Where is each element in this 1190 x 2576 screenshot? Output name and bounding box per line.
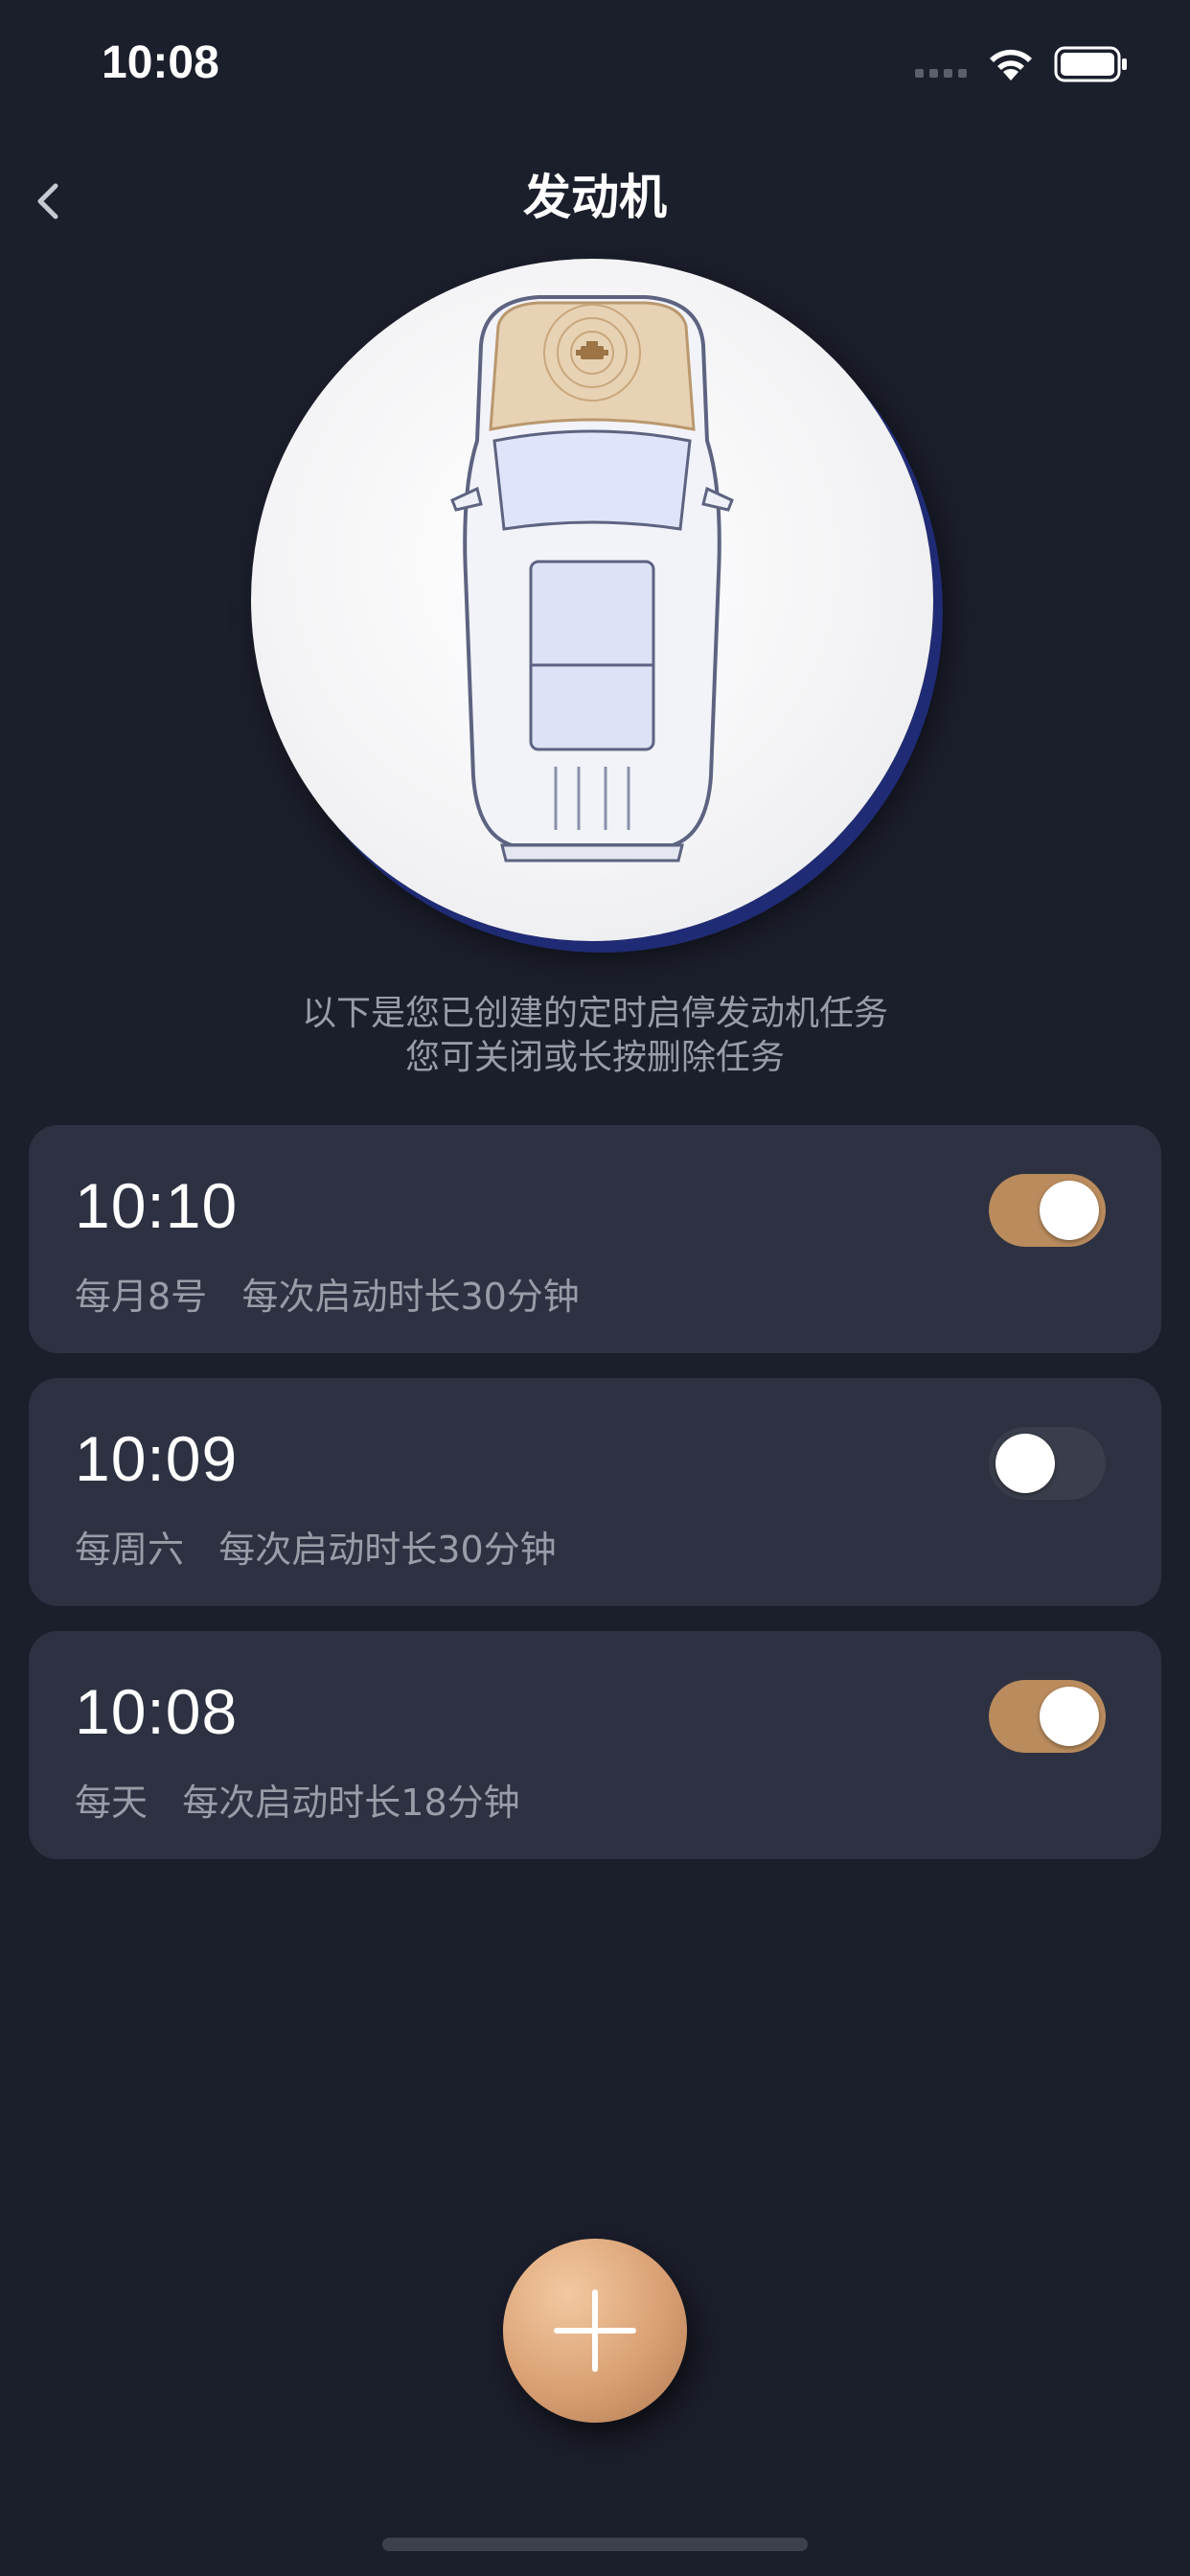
plus-icon [554,2289,636,2372]
status-bar: 10:08 [0,0,1190,134]
cellular-signal-icon [915,69,967,78]
status-time: 10:08 [102,37,219,88]
wifi-icon [990,49,1032,80]
task-duration: 每次启动时长18分钟 [182,1782,520,1824]
task-description: 每月8号 每次启动时长30分钟 [75,1267,580,1320]
toggle-knob [995,1434,1055,1493]
intro-text: 以下是您已创建的定时启停发动机任务 您可关闭或长按删除任务 [0,992,1190,1080]
task-card[interactable]: 10:08 每天 每次启动时长18分钟 [29,1631,1161,1859]
task-repeat: 每天 [75,1782,149,1824]
page-title: 发动机 [523,170,667,225]
intro-line-2: 您可关闭或长按删除任务 [404,1038,785,1077]
car-illustration [251,259,933,941]
toggle-knob [1040,1181,1099,1240]
task-time: 10:09 [75,1423,239,1494]
task-repeat: 每月8号 [75,1276,208,1318]
task-toggle[interactable] [989,1174,1106,1247]
task-toggle[interactable] [989,1680,1106,1753]
task-description: 每周六 每次启动时长30分钟 [75,1520,557,1573]
task-card[interactable]: 10:09 每周六 每次启动时长30分钟 [29,1378,1161,1606]
task-time: 10:10 [75,1170,239,1241]
task-time: 10:08 [75,1676,239,1747]
task-duration: 每次启动时长30分钟 [218,1529,557,1571]
task-card[interactable]: 10:10 每月8号 每次启动时长30分钟 [29,1125,1161,1353]
battery-icon [1054,46,1127,82]
task-duration: 每次启动时长30分钟 [241,1276,580,1318]
add-task-button[interactable] [503,2239,687,2423]
intro-line-1: 以下是您已创建的定时启停发动机任务 [301,994,888,1033]
task-description: 每天 每次启动时长18分钟 [75,1773,520,1826]
home-indicator [382,2538,808,2551]
task-repeat: 每周六 [75,1529,185,1571]
toggle-knob [1040,1687,1099,1746]
task-toggle[interactable] [989,1427,1106,1500]
